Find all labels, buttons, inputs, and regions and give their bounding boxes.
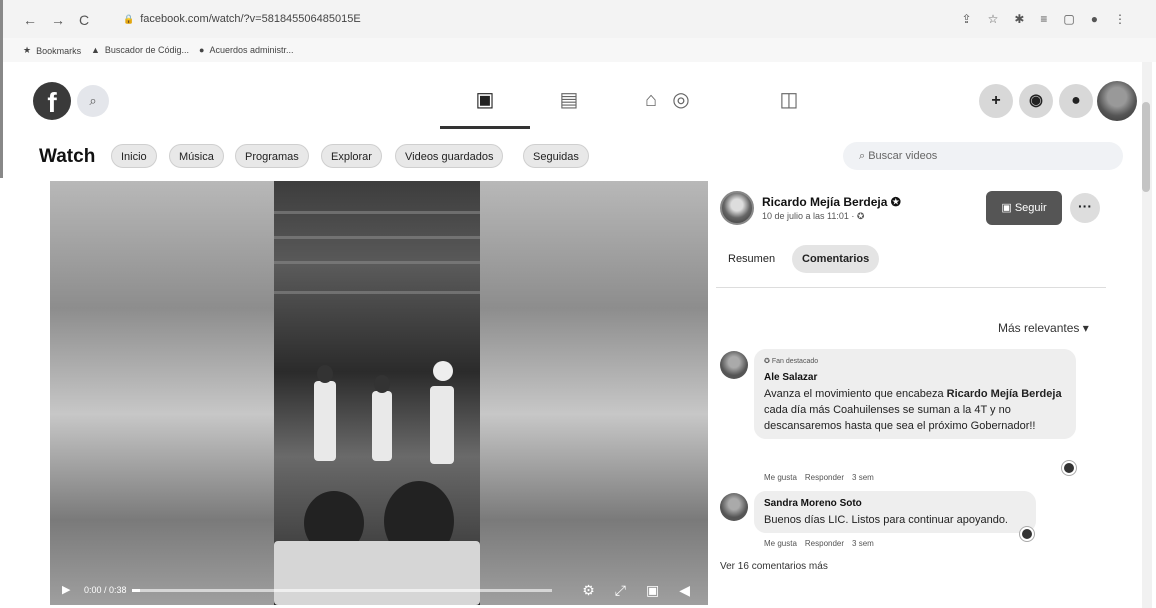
gaming-icon[interactable]: ◫ bbox=[775, 86, 803, 114]
tab-seguidas[interactable]: Seguidas bbox=[523, 144, 589, 168]
comment-bubble: ✪ Fan destacado Ale Salazar Avanza el mo… bbox=[754, 349, 1076, 439]
avatar[interactable] bbox=[720, 493, 748, 521]
back-icon[interactable]: ← bbox=[23, 12, 37, 28]
scrollbar[interactable] bbox=[1142, 62, 1152, 608]
url-text: facebook.com/watch/?v=581845506485015E bbox=[140, 13, 361, 25]
video-time: 0:00 / 0:38 bbox=[84, 585, 127, 595]
comment-text: Buenos días LIC. Listos para continuar a… bbox=[764, 514, 1008, 526]
play-icon[interactable]: ▶ bbox=[62, 583, 70, 596]
scroll-thumb[interactable] bbox=[1142, 102, 1150, 192]
browser-nav: ← → C bbox=[23, 12, 89, 28]
bookmark-item[interactable]: ● Acuerdos administr... bbox=[199, 45, 293, 55]
tab-inicio[interactable]: Inicio bbox=[111, 144, 157, 168]
puzzle-icon[interactable]: ≡ bbox=[1040, 12, 1047, 26]
globe-icon: ✪ bbox=[856, 211, 865, 221]
menu-icon[interactable]: ⋮ bbox=[1114, 12, 1126, 26]
search-icon: ⌕ bbox=[859, 150, 869, 162]
watch-icon[interactable]: ▣ bbox=[471, 86, 499, 114]
comment-actions: Me gusta Responder 3 sem bbox=[764, 473, 874, 482]
sort-dropdown[interactable]: Más relevantes ▾ bbox=[998, 321, 1089, 335]
tab-resumen[interactable]: Resumen bbox=[718, 245, 785, 273]
extension-icon[interactable]: ✱ bbox=[1014, 12, 1024, 26]
tab-comentarios[interactable]: Comentarios bbox=[792, 245, 880, 273]
follow-button[interactable]: ▣ Seguir bbox=[986, 191, 1062, 225]
volume-icon[interactable]: ◀ bbox=[679, 582, 690, 599]
more-options-button[interactable]: ··· bbox=[1070, 193, 1100, 223]
bookmark-item[interactable]: ▲ Buscador de Códig... bbox=[91, 45, 189, 55]
address-bar[interactable]: 🔒 facebook.com/watch/?v=581845506485015E bbox=[123, 13, 361, 25]
browser-extension-icons: ⇪ ☆ ✱ ≡ ▢ ● ⋮ bbox=[962, 12, 1127, 26]
facebook-header: f ⌕ ⌂ ▣ ▤ ◎ ◫ + ◉ ● bbox=[0, 62, 1156, 132]
reaction-icon[interactable] bbox=[1020, 527, 1034, 541]
messenger-icon[interactable]: ◉ bbox=[1019, 84, 1053, 118]
video-player[interactable]: ▶ 0:00 / 0:38 ⚙ ⤢ ▣ ◀ bbox=[50, 181, 708, 605]
pip-icon[interactable]: ▣ bbox=[646, 582, 659, 599]
create-button[interactable]: + bbox=[979, 84, 1013, 118]
active-tab-indicator bbox=[440, 126, 530, 129]
video-frame bbox=[274, 181, 480, 605]
comment-age[interactable]: 3 sem bbox=[852, 473, 874, 482]
comment-text: Avanza el movimiento que encabeza Ricard… bbox=[764, 388, 1062, 432]
browser-toolbar: ← → C 🔒 facebook.com/watch/?v=58184550648… bbox=[0, 0, 1156, 38]
reply-link[interactable]: Responder bbox=[805, 539, 844, 548]
bookmarks-bar: ★ Bookmarks ▲ Buscador de Códig... ● Acuerd… bbox=[0, 38, 1156, 62]
tab-programas[interactable]: Programas bbox=[235, 144, 309, 168]
facebook-logo-icon[interactable]: f bbox=[33, 82, 71, 120]
video-controls: ▶ 0:00 / 0:38 ⚙ ⤢ ▣ ◀ bbox=[50, 575, 708, 605]
avatar[interactable] bbox=[720, 191, 754, 225]
comment-bubble: Sandra Moreno Soto Buenos días LIC. List… bbox=[754, 491, 1036, 533]
post-date[interactable]: 10 de julio a las 11:01 · ✪ bbox=[762, 211, 864, 222]
settings-icon[interactable]: ⚙ bbox=[582, 582, 595, 599]
bookmark-item[interactable]: ★ Bookmarks bbox=[23, 45, 81, 56]
share-icon[interactable]: ⇪ bbox=[962, 12, 972, 26]
profile-icon[interactable]: ● bbox=[1091, 12, 1098, 26]
like-link[interactable]: Me gusta bbox=[764, 473, 797, 482]
divider bbox=[716, 287, 1106, 288]
tab-videos-guardados[interactable]: Videos guardados bbox=[395, 144, 504, 168]
page-title: Watch bbox=[39, 146, 96, 167]
bookmark-star-icon[interactable]: ☆ bbox=[988, 12, 999, 26]
view-more-comments-link[interactable]: Ver 16 comentarios más bbox=[720, 561, 828, 572]
like-link[interactable]: Me gusta bbox=[764, 539, 797, 548]
author-name[interactable]: Ricardo Mejía Berdeja ✪ bbox=[762, 195, 901, 209]
notifications-icon[interactable]: ● bbox=[1059, 84, 1093, 118]
expand-icon[interactable]: ⤢ bbox=[615, 582, 626, 599]
comment-age[interactable]: 3 sem bbox=[852, 539, 874, 548]
forward-icon[interactable]: → bbox=[51, 12, 65, 28]
tab-musica[interactable]: Música bbox=[169, 144, 224, 168]
comment-author[interactable]: Ale Salazar bbox=[764, 370, 1066, 386]
groups-icon[interactable]: ◎ bbox=[667, 86, 695, 114]
tab-explorar[interactable]: Explorar bbox=[321, 144, 382, 168]
reply-link[interactable]: Responder bbox=[805, 473, 844, 482]
search-icon[interactable]: ⌕ bbox=[77, 85, 109, 117]
follow-icon: ▣ bbox=[1001, 202, 1015, 214]
avatar[interactable] bbox=[1097, 81, 1137, 121]
video-progress-bar[interactable] bbox=[132, 589, 552, 592]
marketplace-icon[interactable]: ▤ bbox=[555, 86, 583, 114]
folder-icon: ▲ bbox=[91, 45, 100, 55]
reaction-icon[interactable] bbox=[1062, 461, 1076, 475]
sidepanel-icon[interactable]: ▢ bbox=[1063, 12, 1074, 26]
site-icon: ● bbox=[199, 45, 205, 55]
avatar[interactable] bbox=[720, 351, 748, 379]
watch-subheader: Watch Inicio Música Programas Explorar V… bbox=[0, 132, 1156, 178]
verified-icon: ✪ bbox=[890, 195, 901, 209]
home-icon[interactable]: ⌂ bbox=[637, 86, 665, 114]
search-input[interactable]: ⌕ Buscar videos bbox=[843, 142, 1123, 170]
reload-icon[interactable]: C bbox=[79, 12, 89, 28]
star-icon: ★ bbox=[23, 45, 32, 55]
comment-actions: Me gusta Responder 3 sem bbox=[764, 539, 874, 548]
post-panel: Ricardo Mejía Berdeja ✪ 10 de julio a la… bbox=[716, 181, 1106, 605]
lock-icon: 🔒 bbox=[123, 14, 135, 24]
fan-badge: ✪ Fan destacado bbox=[764, 358, 819, 365]
comment-author[interactable]: Sandra Moreno Soto bbox=[764, 496, 1026, 512]
